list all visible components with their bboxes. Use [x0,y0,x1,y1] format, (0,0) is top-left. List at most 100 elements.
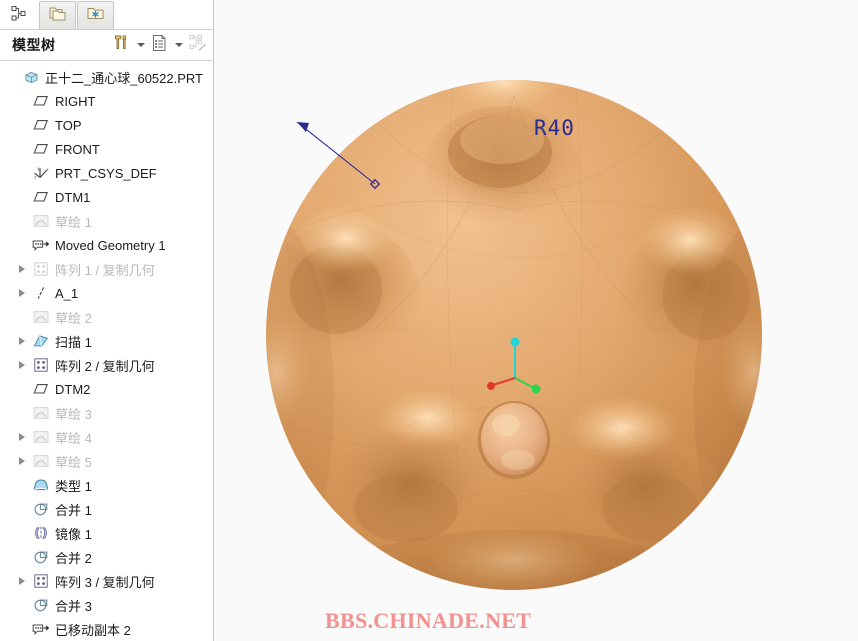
tree-item-12[interactable]: 阵列 2 / 复制几何 [0,353,213,377]
expand-arrow[interactable] [14,257,30,281]
moved-geom-icon [30,617,52,641]
expand-arrow[interactable] [14,449,30,473]
arrow-spacer [14,89,30,113]
tree-item-7[interactable]: Moved Geometry 1 [0,233,213,257]
folder-browser-tab[interactable] [39,1,76,29]
model-tree-list[interactable]: 正十二_通心球_60522.PRT RIGHT TOP FRONT y z x PRT_CSY… [0,61,213,641]
pattern-icon [30,353,52,377]
tree-item-23[interactable]: 已移动副本 2 [0,617,213,641]
expand-arrow[interactable] [14,281,30,305]
tree-item-label: FRONT [55,141,100,157]
arrow-spacer [14,113,30,137]
tree-item-label: 草绘 2 [55,310,92,326]
model-tree-tab[interactable] [1,1,38,29]
tree-item-21[interactable]: 阵列 3 / 复制几何 [0,569,213,593]
arrow-spacer [14,305,30,329]
chevron-right-icon [19,457,25,465]
tree-item-19[interactable]: 镜像 1 [0,521,213,545]
graphics-viewport[interactable]: R40 BBS.CHINADE.NET [214,0,858,641]
tree-item-16[interactable]: 草绘 5 [0,449,213,473]
tree-item-label: PRT_CSYS_DEF [55,165,157,181]
tree-columns-button[interactable] [148,34,171,57]
tree-item-9[interactable]: A_1 [0,281,213,305]
tree-filter-disabled-icon [189,34,207,57]
arrow-spacer [14,209,30,233]
type-dome-icon [30,473,52,497]
tree-item-17[interactable]: 类型 1 [0,473,213,497]
tree-item-label: 已移动副本 2 [55,622,131,638]
arrow-spacer [14,473,30,497]
expand-arrow[interactable] [14,353,30,377]
chevron-right-icon [19,289,25,297]
settings-tools-button[interactable] [110,34,133,57]
arrow-spacer [14,401,30,425]
tree-item-label: A_1 [55,285,79,301]
arrow-spacer [14,185,30,209]
datum-plane-icon [30,377,52,401]
folders-icon [48,5,67,27]
axis-icon [30,281,52,305]
tree-item-1[interactable]: RIGHT [0,89,213,113]
merge-icon [30,545,52,569]
tree-item-13[interactable]: DTM2 [0,377,213,401]
tree-item-label: 类型 1 [55,478,92,494]
expand-arrow[interactable] [14,329,30,353]
header-toolbar [110,34,213,57]
dodecahedral-sphere-model [266,80,762,590]
sketch-icon [30,305,52,329]
tree-item-label: TOP [55,117,82,133]
merge-icon [30,593,52,617]
tree-columns-caret[interactable] [172,34,185,56]
forum-watermark: BBS.CHINADE.NET [325,608,532,633]
tree-item-8[interactable]: 阵列 1 / 复制几何 [0,257,213,281]
tree-item-10[interactable]: 草绘 2 [0,305,213,329]
sketch-icon [30,209,52,233]
tree-item-label: 草绘 3 [55,406,92,422]
x-axis-handle [487,382,495,390]
tree-item-6[interactable]: 草绘 1 [0,209,213,233]
tree-nodes-icon [11,5,28,27]
tree-item-14[interactable]: 草绘 3 [0,401,213,425]
chevron-right-icon [19,361,25,369]
arrow-spacer [14,377,30,401]
tree-item-label: 合并 1 [55,502,92,518]
tree-item-15[interactable]: 草绘 4 [0,425,213,449]
chevron-down-icon [136,43,145,47]
chevron-down-icon [174,43,183,47]
y-axis-handle [531,384,541,394]
tree-filter-button [186,34,209,57]
tree-item-20[interactable]: 合并 2 [0,545,213,569]
datum-plane-icon [30,89,52,113]
panel-tab-strip [0,0,213,30]
tree-item-11[interactable]: 扫描 1 [0,329,213,353]
pattern-icon [30,569,52,593]
tree-item-0[interactable]: 正十二_通心球_60522.PRT [0,65,213,89]
sketch-icon [30,425,52,449]
dimension-value-r40[interactable]: R40 [534,116,575,140]
tree-item-label: 草绘 5 [55,454,92,470]
tree-item-label: 阵列 1 / 复制几何 [55,262,155,278]
tree-item-18[interactable]: 合并 1 [0,497,213,521]
favorites-folder-tab[interactable] [77,1,114,29]
chevron-right-icon [19,337,25,345]
settings-tools-caret[interactable] [134,34,147,56]
tree-item-label: 正十二_通心球_60522.PRT [45,70,203,86]
datum-plane-icon [30,113,52,137]
sweep-icon [30,329,52,353]
chevron-right-icon [19,433,25,441]
arrow-spacer [14,521,30,545]
arrow-spacer [4,65,20,89]
expand-arrow[interactable] [14,569,30,593]
chevron-right-icon [19,265,25,273]
tree-item-label: DTM1 [55,189,91,205]
tree-item-5[interactable]: DTM1 [0,185,213,209]
coordinate-system-triad [487,337,541,394]
tree-item-3[interactable]: FRONT [0,137,213,161]
tree-item-4[interactable]: y z x PRT_CSYS_DEF [0,161,213,185]
tree-item-label: Moved Geometry 1 [55,237,166,253]
tree-item-22[interactable]: 合并 3 [0,593,213,617]
tree-item-label: RIGHT [55,93,96,109]
datum-plane-icon [30,137,52,161]
expand-arrow[interactable] [14,425,30,449]
tree-item-2[interactable]: TOP [0,113,213,137]
